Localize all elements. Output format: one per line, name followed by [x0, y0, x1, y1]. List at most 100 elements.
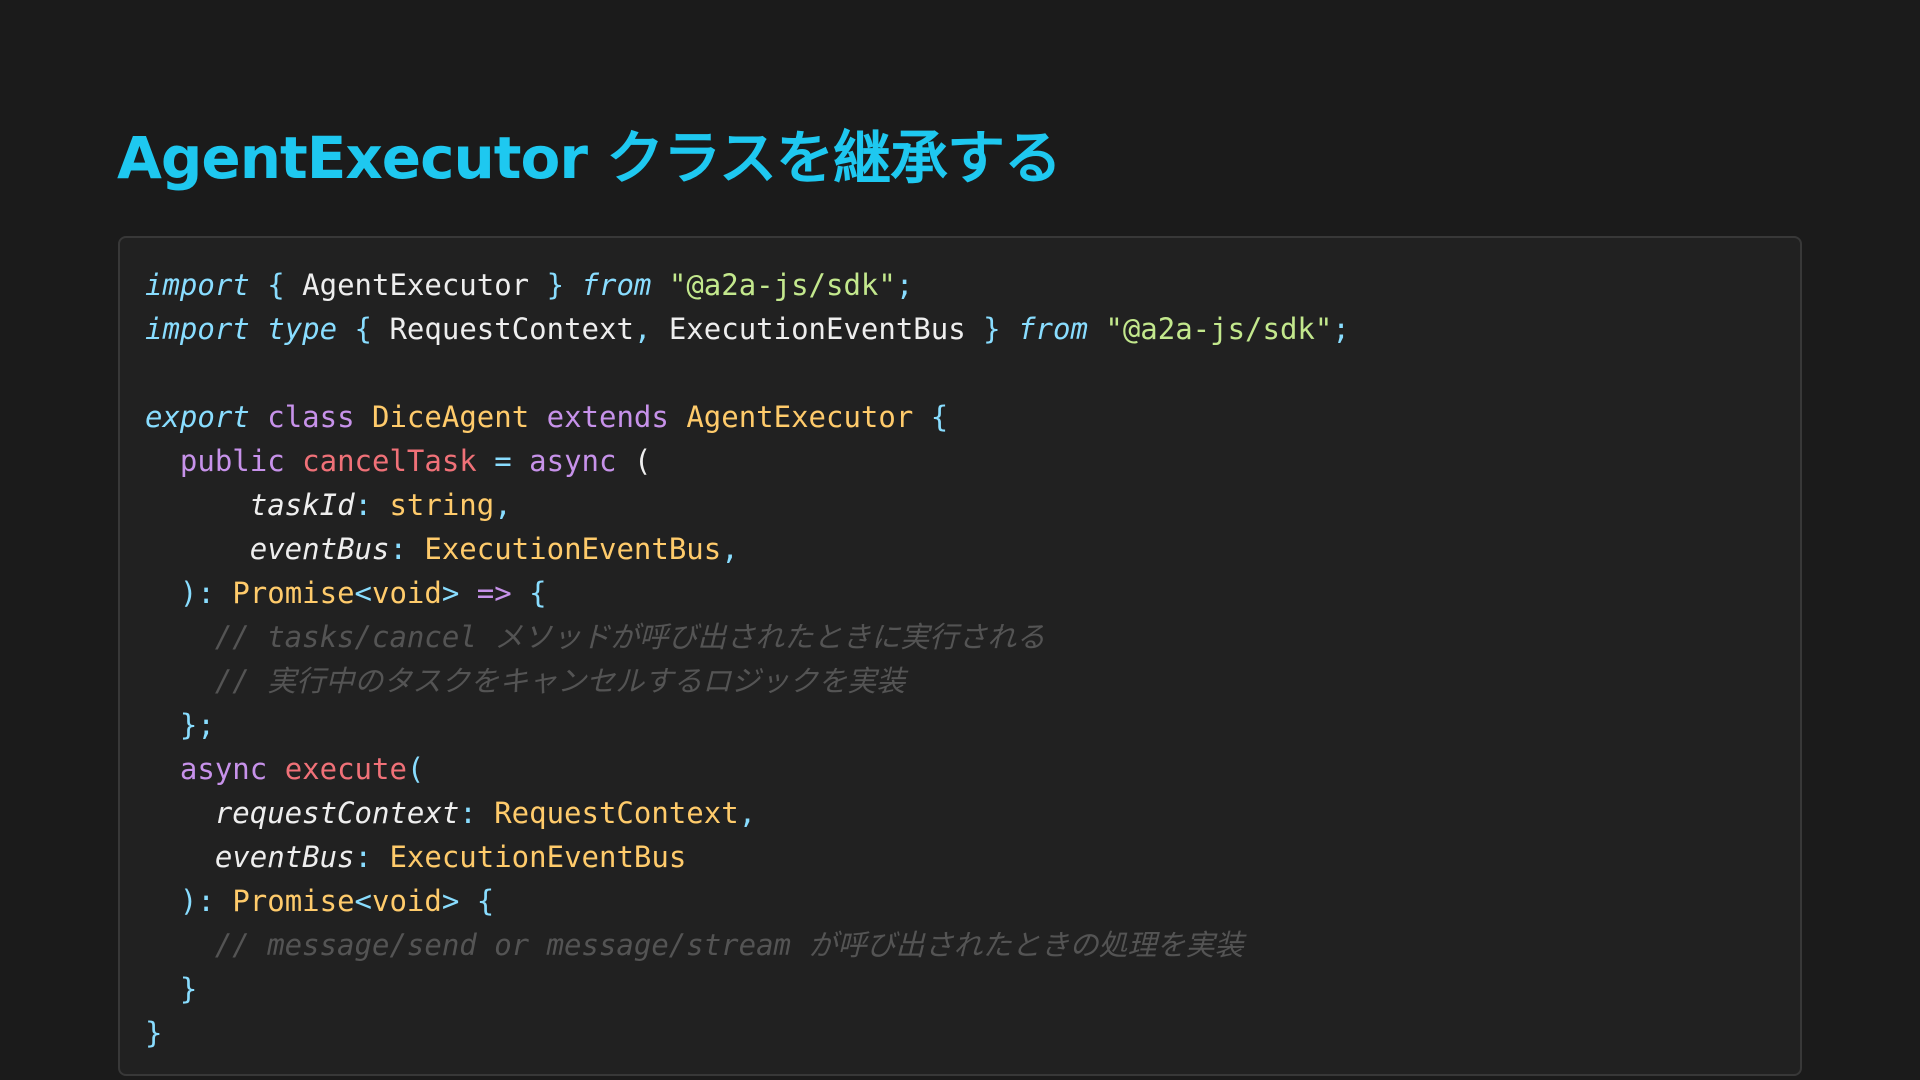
slide: AgentExecutor クラスを継承する import { AgentExe…: [0, 0, 1920, 1080]
code-line: };: [145, 703, 1800, 747]
code-token: void: [372, 576, 442, 610]
code-token: async: [179, 752, 268, 786]
code-token: ,: [633, 312, 652, 346]
code-token: ExecutionEventBus: [424, 532, 722, 566]
code-token: // 実行中のタスクをキャンセルするロジックを実装: [214, 664, 906, 698]
code-token: <: [354, 884, 372, 918]
code-token: from: [581, 268, 652, 302]
code-token: AgentExecutor: [686, 400, 914, 434]
code-line: eventBus: ExecutionEventBus,: [145, 527, 1800, 571]
code-token: }: [983, 312, 1001, 346]
code-line: public cancelTask = async (: [145, 439, 1800, 483]
code-line: import type { RequestContext, ExecutionE…: [145, 307, 1800, 351]
code-token: {: [529, 576, 547, 610]
code-token: AgentExecutor: [284, 268, 547, 302]
code-token: };: [179, 708, 215, 742]
code-token: :: [459, 796, 477, 830]
code-line: async execute(: [145, 747, 1800, 791]
code-token: taskId: [249, 488, 355, 522]
slide-title: AgentExecutor クラスを継承する: [117, 124, 1062, 192]
code-token: requestContext: [214, 796, 460, 830]
code-token: cancelTask: [302, 444, 477, 478]
code-token: ,: [494, 488, 512, 522]
code-token: ,: [721, 532, 739, 566]
code-token: export: [145, 400, 250, 434]
code-token: RequestContext: [372, 312, 634, 346]
code-token: }: [179, 972, 198, 1006]
code-token: ;: [895, 268, 914, 302]
code-token: from: [1018, 312, 1088, 346]
code-token: Promise: [232, 576, 355, 610]
code-line: ): Promise<void> => {: [145, 571, 1800, 615]
code-token: }: [546, 268, 565, 302]
code-line: }: [145, 967, 1800, 1011]
code-token: {: [930, 400, 949, 434]
code-token: type: [267, 312, 338, 346]
code-token: // message/send or message/stream が呼び出され…: [214, 928, 1244, 962]
code-token: extends: [546, 400, 669, 434]
code-token: ;: [1332, 312, 1350, 346]
code-token: ,: [738, 796, 757, 830]
code-token: =: [494, 444, 512, 478]
code-token: {: [267, 268, 285, 302]
code-token: string: [389, 488, 495, 522]
code-lines: import { AgentExecutor } from "@a2a-js/s…: [145, 263, 1800, 1055]
code-token: RequestContext: [494, 796, 739, 830]
code-line: }: [145, 1011, 1800, 1055]
code-line: // message/send or message/stream が呼び出され…: [145, 923, 1800, 967]
code-token: void: [372, 884, 442, 918]
code-token: eventBus: [249, 532, 390, 566]
code-token: "@a2a-js/sdk": [668, 268, 896, 302]
code-token: class: [267, 400, 355, 434]
code-token: import: [145, 312, 250, 346]
code-token: Promise: [232, 884, 355, 918]
code-token: =>: [476, 576, 512, 610]
code-token: <: [354, 576, 372, 610]
code-block: import { AgentExecutor } from "@a2a-js/s…: [118, 236, 1802, 1076]
code-token: >: [441, 884, 460, 918]
code-line: // 実行中のタスクをキャンセルするロジックを実装: [145, 659, 1800, 703]
code-token: >: [441, 576, 460, 610]
code-token: execute: [284, 752, 407, 786]
code-token: // tasks/cancel メソッドが呼び出されたときに実行される: [214, 620, 1046, 654]
code-token: eventBus: [214, 840, 355, 874]
code-token: DiceAgent: [372, 400, 530, 434]
code-token: ):: [179, 576, 215, 610]
code-line: // tasks/cancel メソッドが呼び出されたときに実行される: [145, 615, 1800, 659]
code-token: :: [354, 840, 372, 874]
code-token: :: [354, 488, 372, 522]
code-line: taskId: string,: [145, 483, 1800, 527]
code-line: eventBus: ExecutionEventBus: [145, 835, 1800, 879]
code-token: import: [145, 268, 250, 302]
code-token: (: [406, 752, 425, 786]
code-token: ):: [179, 884, 215, 918]
